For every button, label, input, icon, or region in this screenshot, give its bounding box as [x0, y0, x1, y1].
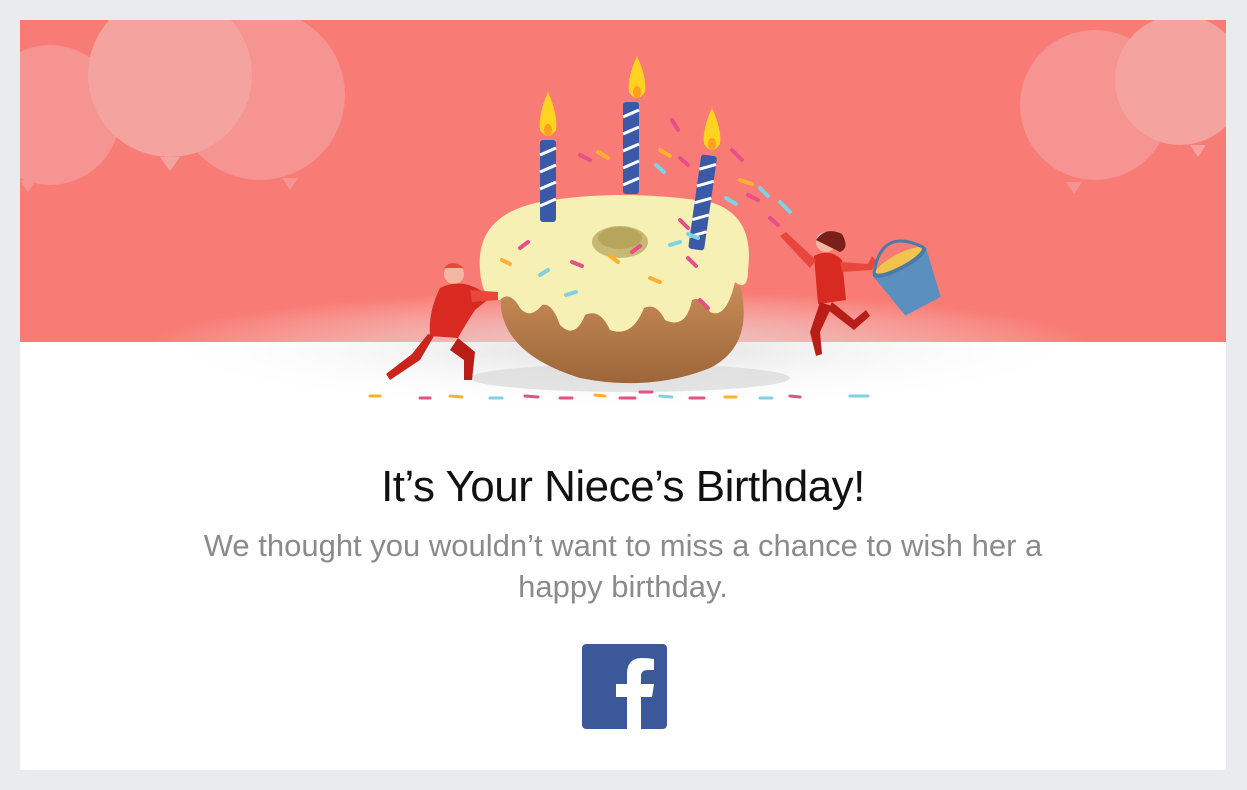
birthday-email-card: It’s Your Niece’s Birthday! We thought y… — [20, 20, 1226, 770]
birthday-message: We thought you wouldn’t want to miss a c… — [203, 528, 1043, 604]
birthday-hero-illustration — [20, 20, 1226, 460]
birthday-title: It’s Your Niece’s Birthday! — [381, 462, 865, 511]
facebook-logo-icon[interactable] — [582, 644, 667, 729]
